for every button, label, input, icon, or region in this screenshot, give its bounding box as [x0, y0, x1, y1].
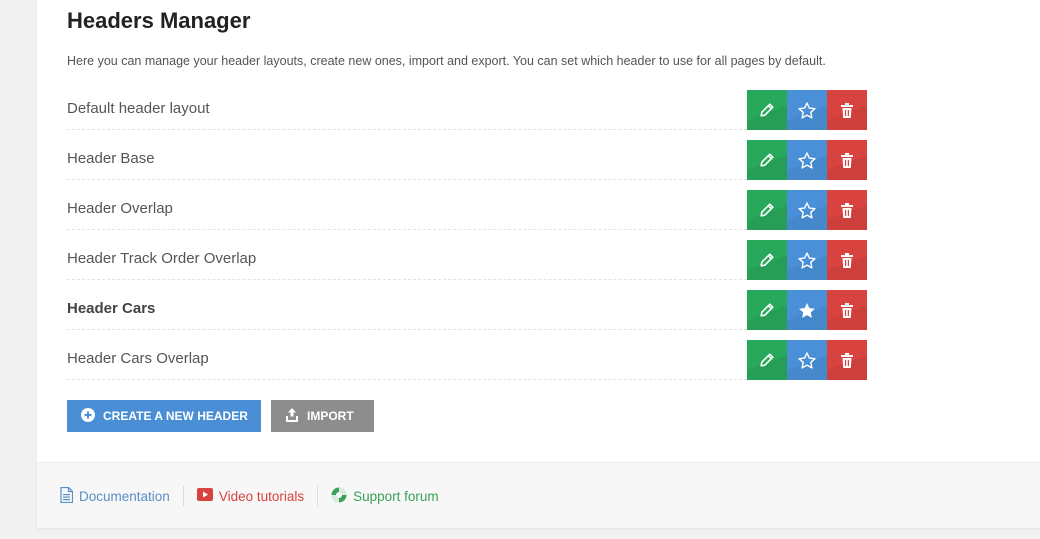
- plus-circle-icon: [81, 407, 95, 425]
- header-name: Header Overlap: [67, 200, 173, 217]
- header-name: Header Cars: [67, 300, 156, 317]
- delete-header-button[interactable]: [827, 140, 867, 180]
- import-button[interactable]: IMPORT: [271, 400, 374, 432]
- set-default-header-button[interactable]: [787, 140, 827, 180]
- create-new-header-label: CREATE A NEW HEADER: [103, 409, 248, 423]
- star-icon: [798, 151, 816, 169]
- lifebuoy-icon: [331, 487, 347, 506]
- edit-header-button[interactable]: [747, 240, 787, 280]
- document-icon: [60, 486, 74, 506]
- pencil-icon: [760, 153, 774, 167]
- page-description: Here you can manage your header layouts,…: [67, 54, 826, 68]
- trash-icon: [840, 252, 854, 268]
- trash-icon: [840, 152, 854, 168]
- edit-header-button[interactable]: [747, 190, 787, 230]
- trash-icon: [840, 302, 854, 318]
- pencil-icon: [760, 303, 774, 317]
- upload-icon: [286, 407, 298, 425]
- pencil-icon: [760, 203, 774, 217]
- video-tutorials-label: Video tutorials: [218, 488, 305, 504]
- delete-header-button[interactable]: [827, 240, 867, 280]
- header-list: Default header layout Header Base Header O…: [67, 80, 867, 380]
- star-icon: [798, 251, 816, 269]
- set-default-header-button[interactable]: [787, 190, 827, 230]
- bottom-buttons: CREATE A NEW HEADER IMPORT: [67, 400, 374, 432]
- set-default-header-button[interactable]: [787, 240, 827, 280]
- set-default-header-button[interactable]: [787, 340, 827, 380]
- trash-icon: [840, 102, 854, 118]
- footer-divider: [317, 486, 319, 506]
- star-icon: [798, 302, 816, 319]
- set-default-header-button[interactable]: [787, 90, 827, 130]
- header-actions: [747, 140, 867, 180]
- import-label: IMPORT: [307, 409, 354, 423]
- header-actions: [747, 240, 867, 280]
- set-default-header-button[interactable]: [787, 290, 827, 330]
- page-title: Headers Manager: [67, 8, 251, 33]
- header-name: Default header layout: [67, 100, 210, 117]
- header-name: Header Track Order Overlap: [67, 250, 257, 267]
- header-actions: [747, 90, 867, 130]
- support-forum-link[interactable]: Support forum: [331, 487, 439, 506]
- star-icon: [798, 201, 816, 219]
- header-row: Header Base: [67, 130, 867, 180]
- header-name: Header Base: [67, 150, 155, 167]
- star-icon: [798, 351, 816, 369]
- support-forum-label: Support forum: [353, 488, 439, 504]
- header-actions: [747, 290, 867, 330]
- footer-divider: [182, 486, 184, 506]
- delete-header-button[interactable]: [827, 90, 867, 130]
- edit-header-button[interactable]: [747, 140, 787, 180]
- header-row: Header Cars Overlap: [67, 330, 867, 380]
- delete-header-button[interactable]: [827, 290, 867, 330]
- footer: Documentation Video tutorials Support fo…: [37, 462, 1040, 528]
- documentation-link[interactable]: Documentation: [60, 486, 170, 506]
- header-actions: [747, 190, 867, 230]
- headers-manager-panel: Headers Manager Here you can manage your…: [37, 0, 1040, 528]
- edit-header-button[interactable]: [747, 90, 787, 130]
- header-row: Header Overlap: [67, 180, 867, 230]
- video-tutorials-link[interactable]: Video tutorials: [196, 488, 305, 504]
- header-row: Header Track Order Overlap: [67, 230, 867, 280]
- edit-header-button[interactable]: [747, 340, 787, 380]
- edit-header-button[interactable]: [747, 290, 787, 330]
- header-row: Header Cars: [67, 280, 867, 330]
- header-name: Header Cars Overlap: [67, 350, 209, 367]
- delete-header-button[interactable]: [827, 190, 867, 230]
- pencil-icon: [760, 103, 774, 117]
- pencil-icon: [760, 253, 774, 267]
- delete-header-button[interactable]: [827, 340, 867, 380]
- youtube-icon: [196, 488, 213, 504]
- trash-icon: [840, 202, 854, 218]
- row-divider: [67, 379, 747, 380]
- star-icon: [798, 101, 816, 119]
- create-new-header-button[interactable]: CREATE A NEW HEADER: [67, 400, 261, 432]
- header-actions: [747, 340, 867, 380]
- pencil-icon: [760, 353, 774, 367]
- footer-links: Documentation Video tutorials Support fo…: [60, 486, 439, 506]
- trash-icon: [840, 352, 854, 368]
- documentation-label: Documentation: [79, 488, 170, 504]
- header-row: Default header layout: [67, 80, 867, 130]
